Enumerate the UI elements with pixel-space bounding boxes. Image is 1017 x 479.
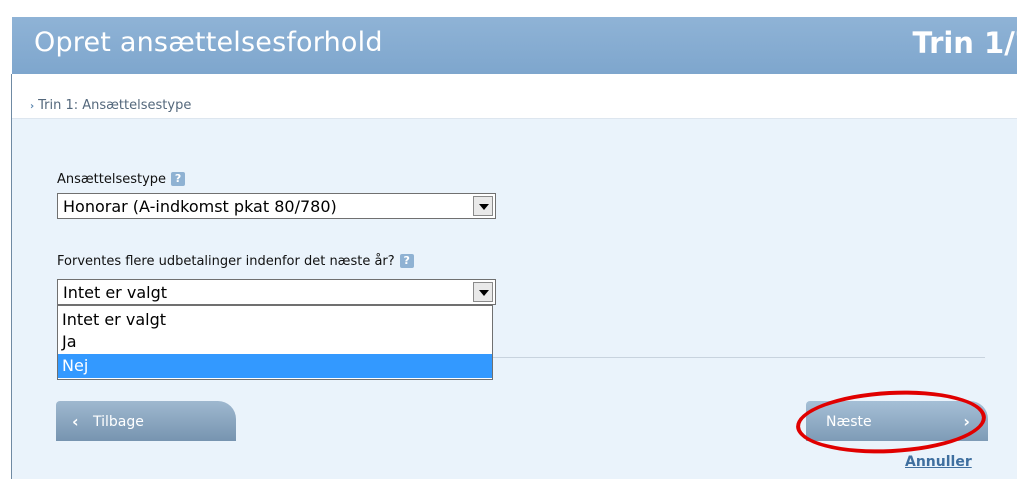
top-strip <box>0 0 1017 17</box>
page-title: Opret ansættelsesforhold <box>34 27 383 58</box>
help-icon[interactable]: ? <box>399 254 414 268</box>
employment-type-value: Honorar (A-indkomst pkat 80/780) <box>63 197 337 216</box>
employment-type-label-text: Ansættelsestype <box>57 172 167 187</box>
breadcrumb-label: Trin 1: Ansættelsestype <box>38 98 192 113</box>
wizard-header: Opret ansættelsesforhold Trin 1/7 <box>12 17 1017 74</box>
employment-type-select[interactable]: Honorar (A-indkomst pkat 80/780) <box>57 193 496 219</box>
more-payments-value: Intet er valgt <box>63 283 167 302</box>
more-payments-select[interactable]: Intet er valgt <box>57 279 496 305</box>
more-payments-label: Forventes flere udbetalinger indenfor de… <box>57 254 414 269</box>
breadcrumb-item: › Trin 1: Ansættelsestype <box>30 98 191 113</box>
breadcrumb: › Trin 1: Ansættelsestype <box>12 93 1017 119</box>
chevron-down-icon[interactable] <box>473 282 493 302</box>
chevron-left-icon: ‹ <box>72 412 79 431</box>
more-payments-options: Intet er valgt Ja Nej <box>57 305 493 380</box>
more-payments-label-text: Forventes flere udbetalinger indenfor de… <box>57 254 395 269</box>
option-no[interactable]: Nej <box>58 354 492 378</box>
option-none[interactable]: Intet er valgt <box>58 308 492 332</box>
chevron-down-icon[interactable] <box>473 196 493 216</box>
back-button[interactable]: ‹ Tilbage <box>56 401 236 441</box>
chevron-right-icon: › <box>30 101 35 112</box>
back-button-label: Tilbage <box>93 414 144 430</box>
option-yes[interactable]: Ja <box>58 330 492 354</box>
employment-type-label: Ansættelsestype? <box>57 172 186 187</box>
help-icon[interactable]: ? <box>171 172 186 186</box>
cancel-link[interactable]: Annuller <box>905 454 972 470</box>
step-indicator: Trin 1/7 <box>912 26 1017 60</box>
